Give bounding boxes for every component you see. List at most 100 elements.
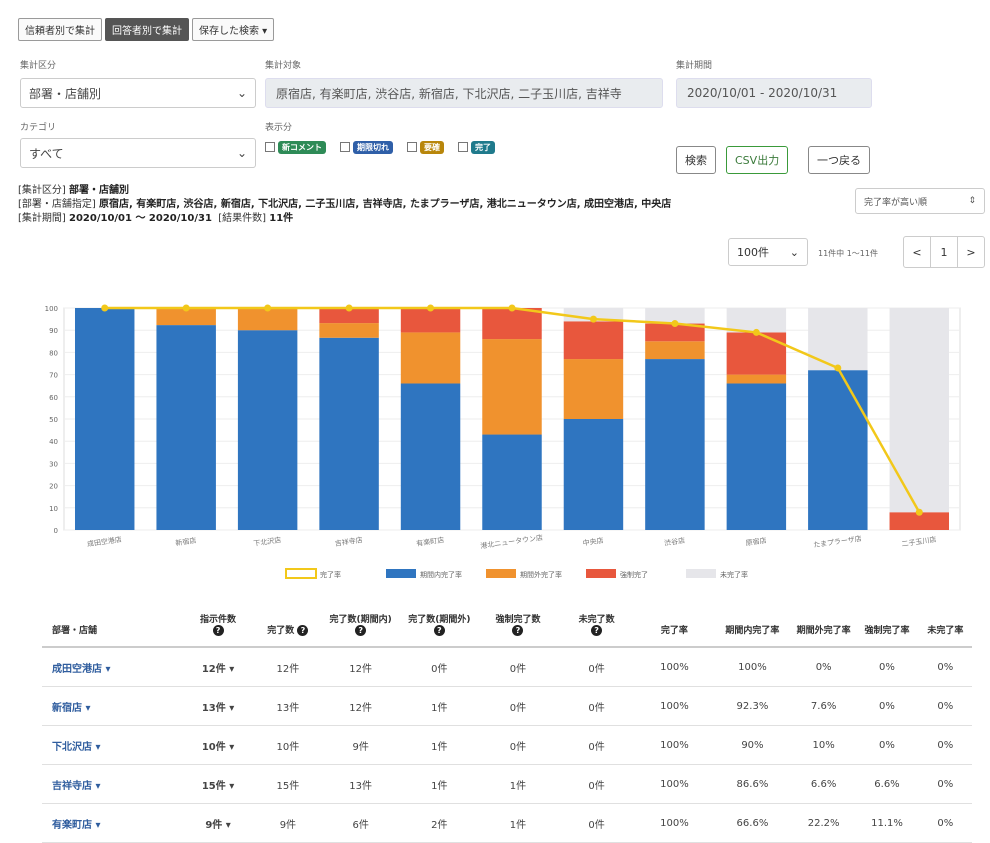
table-cell: 6.6% (855, 765, 918, 804)
help-icon[interactable]: ? (355, 625, 366, 636)
by-responder-button[interactable]: 回答者別で集計 (105, 18, 189, 41)
status-option-check[interactable]: 要確 (407, 140, 444, 154)
legend-swatch (486, 569, 516, 578)
table-cell: 66.6% (713, 804, 792, 843)
table-cell: 0% (855, 647, 918, 687)
table-cell: 0件 (479, 647, 558, 687)
by-requester-button[interactable]: 信頼者別で集計 (18, 18, 102, 41)
checkbox[interactable] (458, 142, 468, 152)
sort-select[interactable]: 完了率が高い順 ⇕ (855, 188, 985, 214)
table-cell: 100% (713, 647, 792, 687)
table-cell: 2件 (400, 804, 479, 843)
period-field[interactable]: 2020/10/01 - 2020/10/31 (676, 78, 872, 108)
instruction-count-link[interactable]: 15件 ▾ (182, 765, 255, 804)
bar-segment (156, 325, 215, 530)
y-tick-label: 20 (49, 483, 58, 491)
store-link[interactable]: 吉祥寺店 ▾ (42, 765, 182, 804)
current-page[interactable]: 1 (931, 237, 958, 267)
bar-segment (401, 383, 460, 530)
legend-label: 未完了率 (720, 570, 748, 579)
per-page-select[interactable]: 100件 ⌄ (728, 238, 808, 266)
period-label: 集計期間 (676, 58, 712, 71)
table-row: 新宿店 ▾13件 ▾13件12件1件0件0件100%92.3%7.6%0%0% (42, 687, 972, 726)
table-cell: 11.1% (855, 804, 918, 843)
csv-export-button[interactable]: CSV出力 (726, 146, 788, 174)
summary-period-value: 2020/10/01 〜 2020/10/31 (69, 213, 212, 224)
per-page-value: 100件 (737, 244, 769, 260)
instruction-count-link[interactable]: 9件 ▾ (182, 804, 255, 843)
completion-chart: 1009080706050403020100成田空港店新宿店下北沢店吉祥寺店有楽… (30, 290, 990, 600)
table-cell: 0件 (557, 647, 636, 687)
checkbox[interactable] (407, 142, 417, 152)
completion-rate-point (346, 305, 353, 312)
x-tick-label: 二子玉川店 (901, 535, 937, 549)
table-cell: 1件 (400, 765, 479, 804)
y-tick-label: 50 (49, 416, 58, 424)
table-cell: 13件 (321, 765, 400, 804)
checkbox[interactable] (265, 142, 275, 152)
status-tag: 要確 (420, 141, 444, 154)
status-tag: 完了 (471, 141, 495, 154)
bar-segment (482, 308, 541, 339)
legend-label: 期間外完了率 (520, 570, 562, 579)
summary-store-value: 原宿店, 有楽町店, 渋谷店, 新宿店, 下北沢店, 二子玉川店, 吉祥寺店, … (99, 199, 671, 210)
help-icon[interactable]: ? (512, 625, 523, 636)
completion-rate-point (183, 305, 190, 312)
prev-page-button[interactable]: < (904, 237, 931, 267)
status-option-done[interactable]: 完了 (458, 140, 495, 154)
bar-segment (727, 332, 786, 374)
group-select[interactable]: 部署・店舗別 ⌄ (20, 78, 256, 108)
y-tick-label: 0 (54, 527, 58, 535)
help-icon[interactable]: ? (297, 625, 308, 636)
help-icon[interactable]: ? (434, 625, 445, 636)
table-cell: 0件 (557, 804, 636, 843)
target-field[interactable]: 原宿店, 有楽町店, 渋谷店, 新宿店, 下北沢店, 二子玉川店, 吉祥寺 (265, 78, 663, 108)
search-button[interactable]: 検索 (676, 146, 716, 174)
summary-group-value: 部署・店舗別 (69, 185, 129, 196)
store-link[interactable]: 下北沢店 ▾ (42, 726, 182, 765)
bar-segment (319, 338, 378, 530)
summary-group-label: [集計区分] (18, 185, 66, 196)
help-icon[interactable]: ? (213, 625, 224, 636)
store-link[interactable]: 有楽町店 ▾ (42, 804, 182, 843)
x-tick-label: 吉祥寺店 (334, 535, 363, 548)
store-link[interactable]: 成田空港店 ▾ (42, 647, 182, 687)
status-label: 表示分 (265, 120, 292, 133)
table-row: 成田空港店 ▾12件 ▾12件12件0件0件0件100%100%0%0%0% (42, 647, 972, 687)
col-label: 強制完了数 (481, 612, 556, 625)
col-label: 未完了数 (559, 612, 634, 625)
table-cell: 6.6% (792, 765, 855, 804)
status-option-expired[interactable]: 期限切れ (340, 140, 393, 154)
completion-rate-point (509, 305, 516, 312)
completion-rate-point (427, 305, 434, 312)
category-select[interactable]: すべて ⌄ (20, 138, 256, 168)
bar-segment (727, 383, 786, 530)
saved-search-button[interactable]: 保存した検索 ▾ (192, 18, 274, 41)
table-header-row: 部署・店舗 指示件数? 完了数 ? 完了数(期間内) ? 完了数(期間外) ? … (42, 608, 972, 647)
instruction-count-link[interactable]: 10件 ▾ (182, 726, 255, 765)
table-row: 有楽町店 ▾9件 ▾9件6件2件1件0件100%66.6%22.2%11.1%0… (42, 804, 972, 843)
store-link[interactable]: 新宿店 ▾ (42, 687, 182, 726)
y-tick-label: 30 (49, 460, 58, 468)
instruction-count-link[interactable]: 13件 ▾ (182, 687, 255, 726)
instruction-count-link[interactable]: 12件 ▾ (182, 647, 255, 687)
legend-swatch (286, 569, 316, 578)
col-completed: 完了数 ? (254, 608, 321, 647)
chevron-down-icon: ⌄ (790, 246, 799, 259)
status-tag: 期限切れ (353, 141, 393, 154)
checkbox[interactable] (340, 142, 350, 152)
completion-rate-point (590, 316, 597, 323)
table-cell: 1件 (400, 726, 479, 765)
col-rate-out: 期間外完了率 (792, 608, 855, 647)
completion-rate-point (916, 509, 923, 516)
next-page-button[interactable]: > (958, 237, 984, 267)
bar-segment (482, 435, 541, 530)
back-button[interactable]: 一つ戻る (808, 146, 870, 174)
col-rate-in: 期間内完了率 (713, 608, 792, 647)
status-option-new[interactable]: 新コメント (265, 140, 326, 154)
table-cell: 0件 (479, 687, 558, 726)
table-cell: 1件 (479, 765, 558, 804)
table-cell: 7.6% (792, 687, 855, 726)
help-icon[interactable]: ? (591, 625, 602, 636)
col-incomplete: 未完了数? (557, 608, 636, 647)
